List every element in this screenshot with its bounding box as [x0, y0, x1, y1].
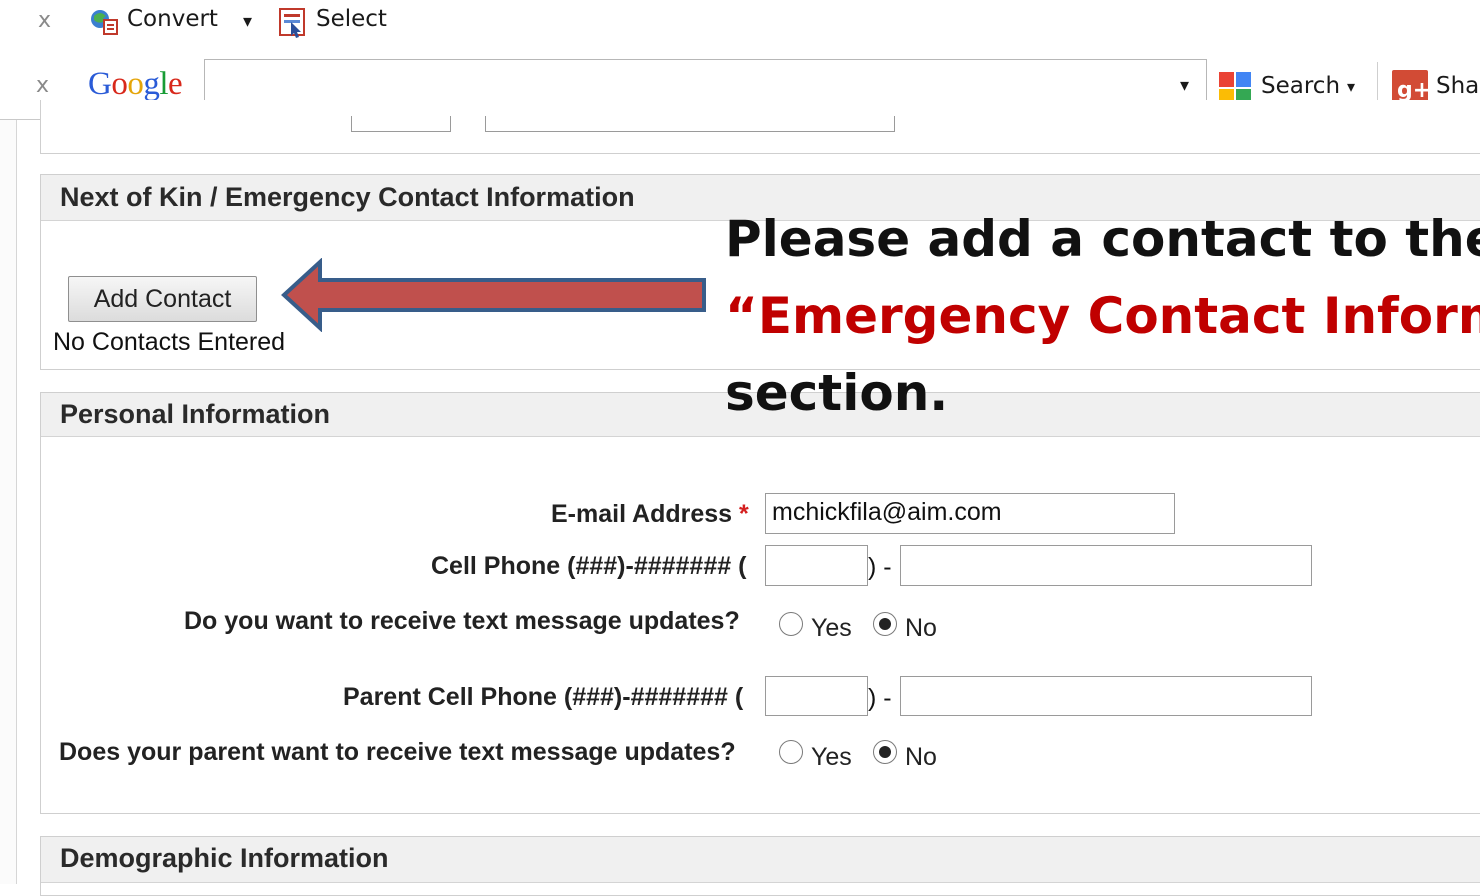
convert-button[interactable]: Convert — [127, 6, 218, 32]
toolbar-close-icon[interactable]: x — [38, 8, 51, 33]
select-button[interactable]: Select — [316, 6, 387, 32]
share-button[interactable]: Sha — [1436, 73, 1479, 99]
search-button[interactable]: Search — [1261, 73, 1340, 99]
add-contact-button[interactable]: Add Contact — [68, 276, 257, 322]
parent-cell-separator: ) - — [868, 684, 892, 712]
annotation-line-1: Please add a contact to the — [725, 210, 1480, 268]
parent-updates-yes-label[interactable]: Yes — [811, 743, 852, 772]
demographic-information-header: Demographic Information — [41, 837, 1480, 883]
convert-dropdown-icon[interactable]: ▾ — [243, 11, 252, 32]
parent-cell-area-code-field[interactable] — [765, 676, 868, 716]
select-icon[interactable] — [277, 6, 309, 38]
required-asterisk: * — [739, 500, 749, 528]
email-label: E-mail Address * — [551, 500, 749, 528]
text-updates-no-label[interactable]: No — [905, 614, 937, 643]
parent-text-updates-question: Does your parent want to receive text me… — [59, 738, 736, 766]
pointer-arrow — [281, 258, 706, 332]
emergency-contact-title: Next of Kin / Emergency Contact Informat… — [60, 182, 635, 212]
parent-updates-yes-radio[interactable] — [779, 740, 803, 764]
text-updates-yes-radio[interactable] — [779, 612, 803, 636]
left-page-edge — [0, 120, 17, 884]
annotation-line-3: section. — [725, 364, 949, 422]
no-contacts-text: No Contacts Entered — [53, 328, 286, 356]
parent-cell-number-field[interactable] — [900, 676, 1312, 716]
google-logo: Google — [88, 66, 183, 102]
text-updates-yes-label[interactable]: Yes — [811, 614, 852, 643]
cell-phone-separator: ) - — [868, 553, 892, 581]
annotation-line-2: “Emergency Contact Informa — [725, 287, 1480, 345]
convert-icon[interactable] — [88, 8, 120, 36]
parent-cell-phone-label: Parent Cell Phone (###)-####### ( — [343, 683, 744, 711]
cell-phone-number-field[interactable] — [900, 545, 1312, 586]
partial-input[interactable] — [485, 116, 895, 132]
demographic-information-title: Demographic Information — [60, 843, 389, 873]
parent-updates-no-radio[interactable] — [873, 740, 897, 764]
search-dropdown-icon[interactable]: ▾ — [1347, 77, 1355, 96]
previous-section-fragment — [40, 100, 1480, 154]
partial-input[interactable] — [351, 116, 451, 132]
personal-information-title: Personal Information — [60, 399, 331, 429]
parent-updates-no-label[interactable]: No — [905, 743, 937, 772]
search-history-dropdown-icon[interactable]: ▾ — [1180, 75, 1189, 96]
demographic-information-section: Demographic Information — [40, 836, 1480, 896]
cell-phone-label: Cell Phone (###)-####### ( — [431, 552, 747, 580]
google-toolbar-close-icon[interactable]: x — [36, 73, 49, 98]
text-updates-question: Do you want to receive text message upda… — [184, 607, 740, 635]
cell-phone-area-code-field[interactable] — [765, 545, 868, 586]
text-updates-no-radio[interactable] — [873, 612, 897, 636]
email-field[interactable]: mchickfila@aim.com — [765, 493, 1175, 534]
